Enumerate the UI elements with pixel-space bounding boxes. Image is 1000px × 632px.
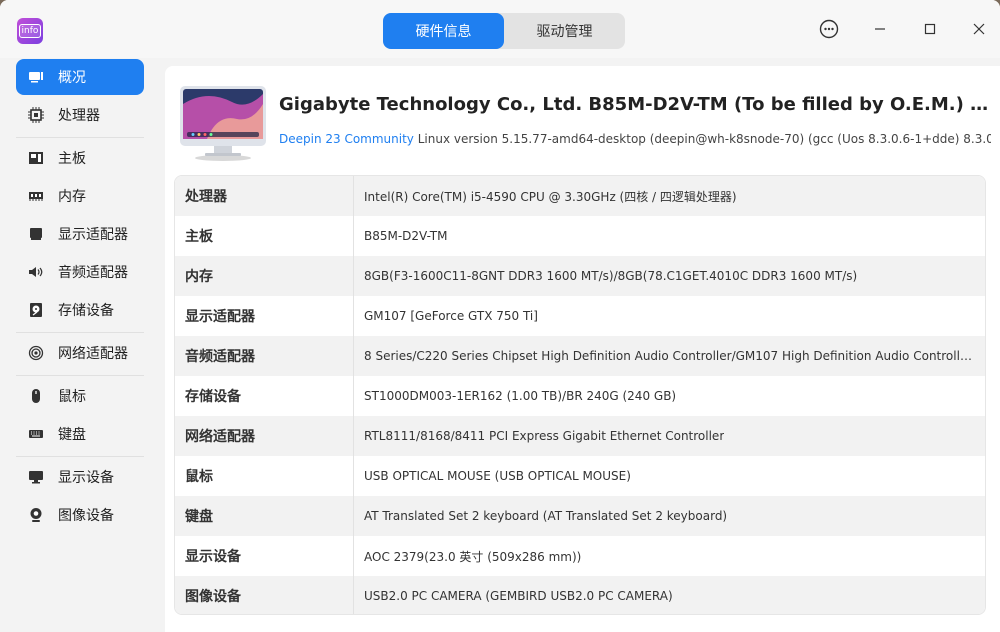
row-key: 显示设备 — [175, 536, 354, 576]
sidebar-item-cpu[interactable]: 处理器 — [16, 97, 144, 133]
table-row[interactable]: 内存 8GB(F3-1600C11-8GNT DDR3 1600 MT/s)/8… — [175, 256, 985, 296]
row-value: B85M-D2V-TM — [364, 229, 448, 243]
row-key: 鼠标 — [175, 456, 354, 496]
tab-hardware-info[interactable]: 硬件信息 — [383, 13, 504, 49]
overview-panel: Gigabyte Technology Co., Ltd. B85M-D2V-T… — [165, 66, 1000, 632]
row-value: AOC 2379(23.0 英寸 (509x286 mm)) — [364, 549, 582, 564]
table-row[interactable]: 主板 B85M-D2V-TM — [175, 216, 985, 256]
tab-driver-management[interactable]: 驱动管理 — [504, 13, 625, 49]
sidebar: 概况 处理器 主板 内存 显示适配器 音频适配器 存储设备 网络适配器 鼠标 键… — [0, 58, 157, 632]
titlebar[interactable]: info 硬件信息 驱动管理 — [0, 0, 1000, 58]
sidebar-item-audio-adapter[interactable]: 音频适配器 — [16, 254, 144, 290]
row-value: GM107 [GeForce GTX 750 Ti] — [364, 309, 538, 323]
table-row[interactable]: 音频适配器 8 Series/C220 Series Chipset High … — [175, 336, 985, 376]
monitor-icon — [28, 469, 44, 485]
row-key: 显示适配器 — [175, 296, 354, 336]
sidebar-item-label: 鼠标 — [58, 389, 86, 405]
sidebar-item-storage[interactable]: 存储设备 — [16, 292, 144, 328]
row-key: 主板 — [175, 216, 354, 256]
sidebar-divider — [16, 332, 144, 333]
sidebar-item-label: 图像设备 — [58, 508, 114, 524]
close-icon[interactable] — [966, 16, 992, 42]
cpu-icon — [28, 107, 44, 123]
row-key: 键盘 — [175, 496, 354, 536]
row-key: 存储设备 — [175, 376, 354, 416]
sidebar-item-label: 网络适配器 — [58, 346, 128, 362]
sidebar-item-camera[interactable]: 图像设备 — [16, 497, 144, 533]
row-value: 8GB(F3-1600C11-8GNT DDR3 1600 MT/s)/8GB(… — [364, 269, 858, 283]
sidebar-divider — [16, 375, 144, 376]
camera-icon — [28, 507, 44, 523]
computer-icon — [177, 84, 267, 162]
sidebar-divider — [16, 456, 144, 457]
motherboard-icon — [28, 150, 44, 166]
os-info-line: Deepin 23 Community Linux version 5.15.7… — [279, 132, 991, 146]
table-row[interactable]: 显示适配器 GM107 [GeForce GTX 750 Ti] — [175, 296, 985, 336]
sidebar-item-label: 显示设备 — [58, 470, 114, 486]
app-logo-text: info — [18, 24, 42, 38]
sidebar-item-label: 处理器 — [58, 108, 100, 124]
table-row[interactable]: 鼠标 USB OPTICAL MOUSE (USB OPTICAL MOUSE) — [175, 456, 985, 496]
row-key: 音频适配器 — [175, 336, 354, 376]
sidebar-item-network-adapter[interactable]: 网络适配器 — [16, 335, 144, 371]
row-key: 图像设备 — [175, 576, 354, 614]
kernel-version-text: Linux version 5.15.77-amd64-desktop (dee… — [417, 132, 991, 146]
row-key: 内存 — [175, 256, 354, 296]
hardware-summary-table: 处理器 Intel(R) Core(TM) i5-4590 CPU @ 3.30… — [174, 175, 986, 615]
app-logo-icon: info — [17, 18, 43, 44]
sidebar-item-keyboard[interactable]: 键盘 — [16, 416, 144, 452]
row-value: 8 Series/C220 Series Chipset High Defini… — [364, 349, 975, 363]
mouse-icon — [28, 388, 44, 404]
row-key: 处理器 — [175, 176, 354, 216]
maximize-icon[interactable] — [917, 16, 943, 42]
sidebar-item-memory[interactable]: 内存 — [16, 178, 144, 214]
row-value: Intel(R) Core(TM) i5-4590 CPU @ 3.30GHz … — [364, 189, 737, 204]
table-row[interactable]: 显示设备 AOC 2379(23.0 英寸 (509x286 mm)) — [175, 536, 985, 576]
speaker-icon — [28, 264, 44, 280]
table-row[interactable]: 处理器 Intel(R) Core(TM) i5-4590 CPU @ 3.30… — [175, 176, 985, 216]
row-value: USB OPTICAL MOUSE (USB OPTICAL MOUSE) — [364, 469, 631, 483]
minimize-icon[interactable] — [867, 16, 893, 42]
sidebar-item-mouse[interactable]: 鼠标 — [16, 378, 144, 414]
row-value: USB2.0 PC CAMERA (GEMBIRD USB2.0 PC CAME… — [364, 589, 673, 603]
memory-icon — [28, 188, 44, 204]
overview-icon — [28, 69, 44, 85]
row-value: ST1000DM003-1ER162 (1.00 TB)/BR 240G (24… — [364, 389, 677, 403]
row-key: 网络适配器 — [175, 416, 354, 456]
sidebar-item-label: 显示适配器 — [58, 227, 128, 243]
sidebar-item-monitor[interactable]: 显示设备 — [16, 459, 144, 495]
more-icon[interactable] — [816, 16, 842, 42]
table-row[interactable]: 网络适配器 RTL8111/8168/8411 PCI Express Giga… — [175, 416, 985, 456]
network-icon — [28, 345, 44, 361]
row-value: RTL8111/8168/8411 PCI Express Gigabit Et… — [364, 429, 725, 443]
table-row[interactable]: 存储设备 ST1000DM003-1ER162 (1.00 TB)/BR 240… — [175, 376, 985, 416]
os-version-link[interactable]: Deepin 23 Community — [279, 132, 414, 146]
table-row[interactable]: 键盘 AT Translated Set 2 keyboard (AT Tran… — [175, 496, 985, 536]
tab-bar: 硬件信息 驱动管理 — [383, 13, 625, 49]
sidebar-item-label: 存储设备 — [58, 303, 114, 319]
sidebar-item-label: 音频适配器 — [58, 265, 128, 281]
device-manager-window: info 硬件信息 驱动管理 概况 处理器 主板 内存 显示适配器 音频适配器 … — [0, 0, 1000, 632]
sidebar-item-display-adapter[interactable]: 显示适配器 — [16, 216, 144, 252]
sidebar-item-label: 概况 — [58, 70, 86, 86]
keyboard-icon — [28, 426, 44, 442]
sidebar-item-label: 内存 — [58, 189, 86, 205]
sidebar-item-label: 键盘 — [58, 427, 86, 443]
storage-icon — [28, 302, 44, 318]
display-adapter-icon — [28, 226, 44, 242]
computer-model-title: Gigabyte Technology Co., Ltd. B85M-D2V-T… — [279, 94, 991, 115]
sidebar-divider — [16, 137, 144, 138]
sidebar-item-overview[interactable]: 概况 — [16, 59, 144, 95]
table-row[interactable]: 图像设备 USB2.0 PC CAMERA (GEMBIRD USB2.0 PC… — [175, 576, 985, 614]
sidebar-item-motherboard[interactable]: 主板 — [16, 140, 144, 176]
row-value: AT Translated Set 2 keyboard (AT Transla… — [364, 509, 728, 523]
sidebar-item-label: 主板 — [58, 151, 86, 167]
